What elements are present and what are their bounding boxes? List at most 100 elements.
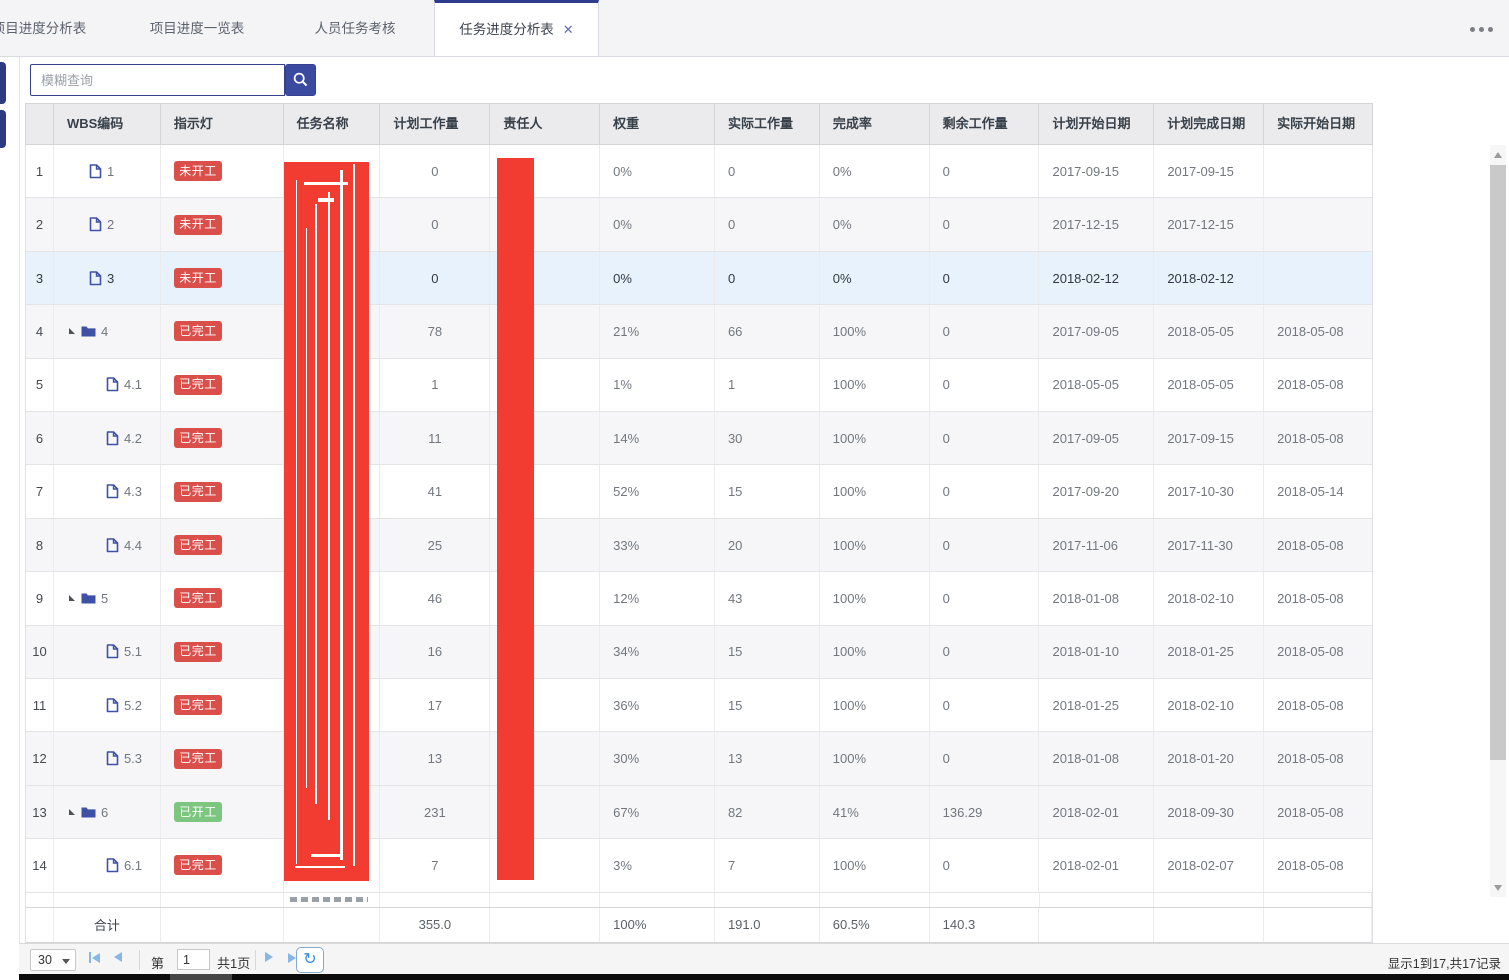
tree-collapse-icon[interactable] xyxy=(69,595,75,601)
row-number: 11 xyxy=(26,679,54,731)
header-12[interactable]: 实际开始日期 xyxy=(1264,104,1372,144)
weight-cell: 12% xyxy=(600,572,715,624)
wbs-code-cell: 1 xyxy=(54,145,161,197)
wbs-code: 6 xyxy=(101,805,108,820)
scroll-down-arrow[interactable] xyxy=(1490,880,1506,895)
vertical-scrollbar[interactable] xyxy=(1490,145,1506,897)
planned-work-cell: 11 xyxy=(380,412,490,464)
page-number-input[interactable] xyxy=(177,949,210,970)
header-9[interactable]: 剩余工作量 xyxy=(930,104,1040,144)
folder-icon xyxy=(81,592,96,604)
header-3[interactable]: 任务名称 xyxy=(284,104,381,144)
header-5[interactable]: 责任人 xyxy=(490,104,600,144)
refresh-button[interactable]: ↻ xyxy=(296,947,324,973)
partially-visible-row[interactable] xyxy=(25,893,1373,908)
collapsed-sidebar-handle-1[interactable] xyxy=(0,62,6,104)
next-page-button[interactable] xyxy=(265,952,273,962)
table-row[interactable]: 3 3未开工00%00%02018-02-122018-02-12 xyxy=(26,252,1372,305)
weight-cell: 3% xyxy=(600,839,715,891)
close-tab-icon[interactable]: ✕ xyxy=(563,4,574,56)
tab-project-progress-list[interactable]: 项目进度一览表 xyxy=(118,0,276,56)
header-6[interactable]: 权重 xyxy=(600,104,715,144)
plan-end-cell: 2018-02-07 xyxy=(1154,839,1264,891)
actual-start-cell: 2018-05-08 xyxy=(1264,359,1372,411)
file-icon xyxy=(89,217,102,232)
folder-icon xyxy=(81,806,96,818)
header-4[interactable]: 计划工作量 xyxy=(380,104,490,144)
actual-work-cell: 15 xyxy=(715,465,820,517)
totals-row: 合计355.0100%191.060.5%140.3 xyxy=(25,908,1373,943)
search-button[interactable] xyxy=(285,64,316,96)
table-row[interactable]: 8 4.4已完工2533%20100%02017-11-062017-11-30… xyxy=(26,519,1372,572)
file-icon xyxy=(106,751,119,766)
actual-start-cell: 2018-05-14 xyxy=(1264,465,1372,517)
chevron-down-icon xyxy=(62,959,70,964)
header-7[interactable]: 实际工作量 xyxy=(715,104,820,144)
plan-end-cell: 2017-11-30 xyxy=(1154,519,1264,571)
header-8[interactable]: 完成率 xyxy=(820,104,930,144)
table-row[interactable]: 14 6.1已完工73%7100%02018-02-012018-02-0720… xyxy=(26,839,1372,892)
search-input[interactable] xyxy=(30,64,285,96)
table-row[interactable]: 11 5.2已完工1736%15100%02018-01-252018-02-1… xyxy=(26,679,1372,732)
table-row[interactable]: 4 4已完工7821%66100%02017-09-052018-05-0520… xyxy=(26,305,1372,358)
plan-end-cell: 2017-09-15 xyxy=(1154,412,1264,464)
table-row[interactable]: 12 5.3已完工1330%13100%02018-01-082018-01-2… xyxy=(26,732,1372,785)
wbs-code-cell: 4.4 xyxy=(54,519,161,571)
planned-work-cell: 41 xyxy=(380,465,490,517)
header-10[interactable]: 计划开始日期 xyxy=(1039,104,1154,144)
status-badge: 已完工 xyxy=(174,428,223,448)
plan-start-cell: 2018-01-08 xyxy=(1039,572,1154,624)
table-row[interactable]: 13 6已开工23167%8241%136.292018-02-012018-0… xyxy=(26,786,1372,839)
wbs-code: 5 xyxy=(101,591,108,606)
prev-page-button[interactable] xyxy=(114,952,122,962)
complete-rate-cell: 100% xyxy=(820,519,930,571)
wbs-code-cell: 4 xyxy=(54,305,161,357)
status-badge: 已完工 xyxy=(174,855,223,875)
header-2[interactable]: 指示灯 xyxy=(161,104,284,144)
table-row[interactable]: 9 5已完工4612%43100%02018-01-082018-02-1020… xyxy=(26,572,1372,625)
table-row[interactable]: 6 4.2已完工1114%30100%02017-09-052017-09-15… xyxy=(26,412,1372,465)
clipped-cell xyxy=(26,893,54,907)
status-indicator-cell: 已完工 xyxy=(161,359,284,411)
complete-rate-cell: 100% xyxy=(820,732,930,784)
tab-personnel-assessment[interactable]: 人员任务考核 xyxy=(276,0,434,56)
page-size-select[interactable]: 30 xyxy=(30,949,76,971)
weight-cell: 21% xyxy=(600,305,715,357)
planned-work-cell: 46 xyxy=(380,572,490,624)
tab-task-progress-analysis[interactable]: 任务进度分析表 ✕ xyxy=(434,0,599,56)
redaction-owner-column xyxy=(497,158,534,880)
complete-rate-cell: 100% xyxy=(820,679,930,731)
wbs-code: 6.1 xyxy=(124,858,142,873)
complete-rate-cell: 100% xyxy=(820,839,930,891)
wbs-code: 4.2 xyxy=(124,431,142,446)
tree-collapse-icon[interactable] xyxy=(69,809,75,815)
header-11[interactable]: 计划完成日期 xyxy=(1154,104,1264,144)
status-badge: 未开工 xyxy=(174,161,223,181)
collapsed-sidebar-handle-2[interactable] xyxy=(0,110,6,148)
wbs-code-cell: 4.3 xyxy=(54,465,161,517)
header-1[interactable]: WBS编码 xyxy=(54,104,161,144)
tab-project-progress-analysis[interactable]: 项目进度分析表 xyxy=(0,0,118,56)
table-row[interactable]: 1 1未开工00%00%02017-09-152017-09-15 xyxy=(26,145,1372,198)
table-row[interactable]: 7 4.3已完工4152%15100%02017-09-202017-10-30… xyxy=(26,465,1372,518)
scroll-up-arrow[interactable] xyxy=(1490,147,1506,162)
status-indicator-cell: 未开工 xyxy=(161,145,284,197)
file-icon xyxy=(89,271,102,286)
actual-work-cell: 0 xyxy=(715,252,820,304)
more-menu-icon[interactable] xyxy=(1470,27,1493,32)
file-icon xyxy=(106,484,119,499)
scrollbar-thumb[interactable] xyxy=(1490,165,1506,760)
table-row[interactable]: 10 5.1已完工1634%15100%02018-01-102018-01-2… xyxy=(26,626,1372,679)
first-page-button[interactable] xyxy=(89,952,100,963)
wbs-code-cell: 5.2 xyxy=(54,679,161,731)
tab-bar: 项目进度分析表 项目进度一览表 人员任务考核 任务进度分析表 ✕ xyxy=(0,0,1509,57)
total-cell xyxy=(1154,908,1264,942)
tree-collapse-icon[interactable] xyxy=(69,328,75,334)
planned-work-cell: 16 xyxy=(380,626,490,678)
plan-end-cell: 2017-09-15 xyxy=(1154,145,1264,197)
table-row[interactable]: 5 4.1已完工11%1100%02018-05-052018-05-05201… xyxy=(26,359,1372,412)
plan-end-cell: 2017-12-15 xyxy=(1154,198,1264,250)
table-row[interactable]: 2 2未开工00%00%02017-12-152017-12-15 xyxy=(26,198,1372,251)
row-number: 9 xyxy=(26,572,54,624)
plan-end-cell: 2018-02-10 xyxy=(1154,679,1264,731)
